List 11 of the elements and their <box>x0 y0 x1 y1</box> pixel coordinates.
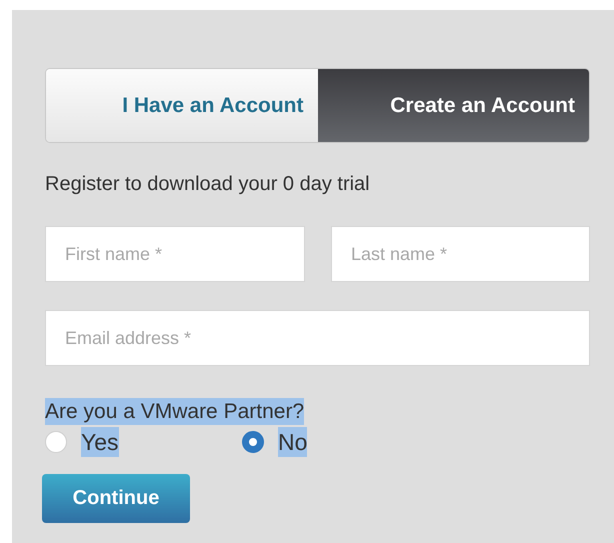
radio-label: No <box>278 427 308 457</box>
name-field[interactable]: Last name * <box>331 226 590 282</box>
account-tab[interactable]: Create an Account <box>318 69 589 142</box>
radio-button[interactable] <box>242 431 264 453</box>
continue-button[interactable]: Continue <box>42 474 190 523</box>
email-field[interactable]: Email address * <box>45 310 590 366</box>
radio-label: Yes <box>81 427 119 457</box>
name-field[interactable]: First name * <box>45 226 305 282</box>
partner-question: Are you a VMware Partner? <box>45 398 304 425</box>
account-tab[interactable]: I Have an Account <box>46 69 318 142</box>
form-heading: Register to download your 0 day trial <box>45 173 371 196</box>
